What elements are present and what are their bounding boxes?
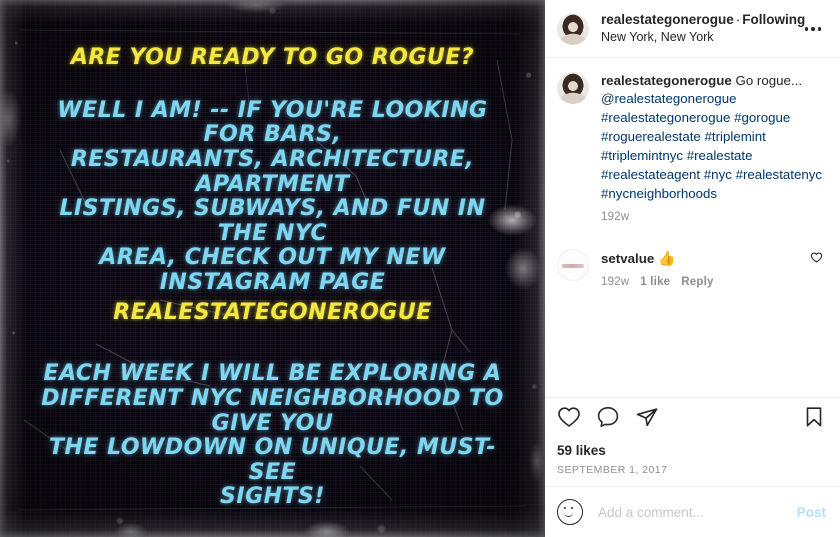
- speech-bubble-icon[interactable]: [596, 405, 620, 434]
- caption-hashtag[interactable]: #realestate: [687, 148, 753, 163]
- follow-button[interactable]: Following: [742, 12, 805, 27]
- bookmark-icon[interactable]: [802, 405, 826, 434]
- caption-hashtag[interactable]: #roguerealestate: [601, 129, 701, 144]
- caption-hashtag[interactable]: #gorogue: [734, 110, 790, 125]
- emoji-smiley-icon[interactable]: [557, 499, 583, 525]
- comment-username[interactable]: setvalue: [601, 251, 654, 266]
- add-comment-bar: Post: [545, 487, 840, 537]
- caption-hashtag[interactable]: #triplemint: [705, 129, 766, 144]
- comment-input[interactable]: [596, 503, 797, 521]
- instagram-post: ARE YOU READY TO GO ROGUE? WELL I AM! --…: [0, 0, 840, 537]
- poster-text-block: ARE YOU READY TO GO ROGUE? WELL I AM! --…: [0, 0, 545, 537]
- post-date: SEPTEMBER 1, 2017: [557, 464, 668, 476]
- comments-region[interactable]: realestategonerogue Go rogue... @realest…: [545, 58, 840, 398]
- poster-paragraph-1: WELL I AM! -- IF YOU'RE LOOKING FOR BARS…: [57, 97, 488, 295]
- comment-item: setvalue 👍 192w 1 like Reply: [557, 248, 826, 288]
- comment-likes[interactable]: 1 like: [640, 276, 670, 288]
- caption-meta: 192w: [601, 211, 826, 223]
- post-header: realestategonerogue · Following New York, …: [545, 0, 840, 57]
- caption-hashtag[interactable]: #nycneighborhoods: [601, 186, 717, 201]
- caption-block: realestategonerogue Go rogue... @realest…: [557, 71, 826, 223]
- caption-hashtag[interactable]: #realestategonerogue: [601, 110, 730, 125]
- action-icons-left: [557, 405, 659, 434]
- post-media[interactable]: ARE YOU READY TO GO ROGUE? WELL I AM! --…: [0, 0, 545, 537]
- paper-plane-icon[interactable]: [635, 405, 659, 434]
- poster-headline: ARE YOU READY TO GO ROGUE?: [70, 45, 475, 70]
- heart-icon[interactable]: [557, 405, 581, 434]
- commenter-avatar[interactable]: [557, 248, 589, 281]
- poster-handle: REALESTATEGONEROGUE: [113, 299, 432, 325]
- likes-count[interactable]: 59 likes: [557, 443, 826, 458]
- caption-username[interactable]: realestategonerogue: [601, 73, 732, 88]
- caption-timestamp: 192w: [601, 210, 630, 223]
- author-line: realestategonerogue · Following: [601, 12, 805, 29]
- caption-text: realestategonerogue Go rogue... @realest…: [601, 72, 826, 204]
- caption-hashtag[interactable]: #realestatenyc: [736, 167, 822, 182]
- caption-body: realestategonerogue Go rogue... @realest…: [601, 72, 826, 223]
- caption-hashtag[interactable]: #realestateagent: [601, 167, 700, 182]
- thumbs-up-icon: 👍: [657, 249, 676, 266]
- post-location[interactable]: New York, New York: [601, 30, 800, 46]
- post-sidebar: realestategonerogue · Following New York, …: [545, 0, 840, 537]
- header-separator: ·: [735, 12, 741, 27]
- post-comment-button[interactable]: Post: [797, 505, 826, 520]
- caption-message: Go rogue...: [735, 72, 803, 88]
- comment-text: setvalue 👍: [601, 249, 804, 269]
- comment-body: setvalue 👍 192w 1 like Reply: [601, 249, 804, 288]
- caption-hashtag[interactable]: #nyc: [704, 167, 732, 182]
- comment-like-icon[interactable]: [810, 249, 826, 288]
- comment-reply-button[interactable]: Reply: [681, 276, 713, 288]
- post-actions: 59 likes SEPTEMBER 1, 2017: [545, 398, 840, 486]
- comment-meta: 192w 1 like Reply: [601, 276, 804, 288]
- action-icons-row: [557, 405, 826, 434]
- author-username[interactable]: realestategonerogue: [601, 12, 734, 27]
- more-options-icon[interactable]: [800, 16, 826, 42]
- author-avatar[interactable]: [557, 12, 589, 45]
- caption-avatar[interactable]: [557, 71, 589, 104]
- caption-mention[interactable]: @realestategonerogue: [601, 91, 736, 106]
- caption-hashtag[interactable]: #triplemintnyc: [601, 148, 683, 163]
- poster-paragraph-2: EACH WEEK I WILL BE EXPLORING A DIFFEREN…: [41, 361, 504, 510]
- author-info: realestategonerogue · Following New York, …: [601, 12, 805, 46]
- comment-timestamp: 192w: [601, 275, 630, 288]
